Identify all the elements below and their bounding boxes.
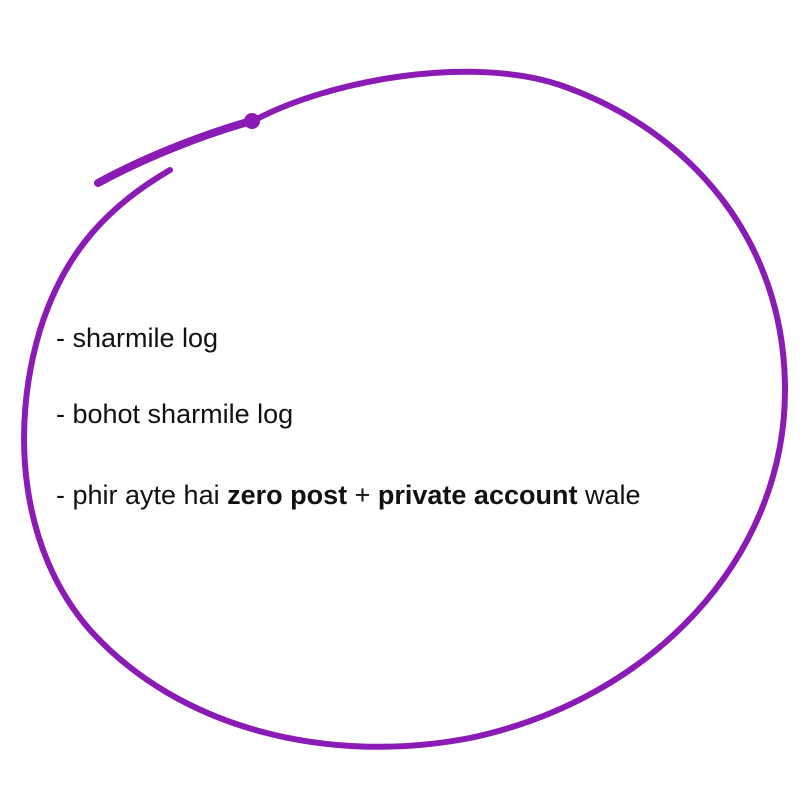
bold-private-account: private account	[377, 480, 578, 510]
text-line-bohot-sharmile-log: - bohot sharmile log	[56, 399, 294, 429]
circle-pen-dot	[244, 113, 260, 129]
line-prefix: - phir ayte hai	[56, 480, 228, 510]
text-line-sharmile-log: - sharmile log	[56, 323, 219, 353]
hand-drawn-circle-icon	[21, 68, 789, 750]
text-line-zero-post-private-account: - phir ayte hai zero post + private acco…	[56, 478, 640, 512]
bold-zero-post: zero post	[227, 480, 348, 510]
line-suffix: wale	[577, 480, 641, 510]
canvas: - sharmile log - bohot sharmile log - ph…	[0, 0, 810, 788]
circle-tail	[94, 116, 259, 187]
line-plus: +	[347, 480, 378, 510]
